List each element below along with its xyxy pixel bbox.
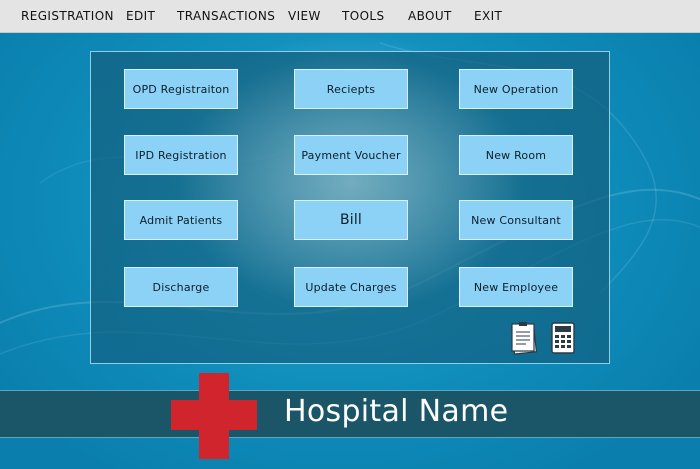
menu-bar: REGISTRATION EDIT TRANSACTIONS VIEW TOOL… [0, 0, 700, 33]
main-panel: OPD Registraiton Reciepts New Operation … [90, 51, 610, 364]
calculator-icon[interactable] [548, 321, 578, 355]
new-room-button[interactable]: New Room [459, 135, 573, 175]
menu-edit[interactable]: EDIT [126, 9, 155, 23]
menu-transactions[interactable]: TRANSACTIONS [177, 9, 275, 23]
payment-voucher-button[interactable]: Payment Voucher [294, 135, 408, 175]
notepad-icon[interactable] [509, 321, 539, 355]
new-operation-button[interactable]: New Operation [459, 69, 573, 109]
discharge-button[interactable]: Discharge [124, 267, 238, 307]
menu-exit[interactable]: EXIT [474, 9, 502, 23]
opd-registration-button[interactable]: OPD Registraiton [124, 69, 238, 109]
receipts-button[interactable]: Reciepts [294, 69, 408, 109]
hospital-name: Hospital Name [284, 394, 509, 429]
menu-view[interactable]: VIEW [288, 9, 321, 23]
new-employee-button[interactable]: New Employee [459, 267, 573, 307]
new-consultant-button[interactable]: New Consultant [459, 200, 573, 240]
menu-tools[interactable]: TOOLS [342, 9, 385, 23]
menu-registration[interactable]: REGISTRATION [21, 9, 114, 23]
admit-patients-button[interactable]: Admit Patients [124, 200, 238, 240]
update-charges-button[interactable]: Update Charges [294, 267, 408, 307]
bill-button[interactable]: Bill [294, 200, 408, 240]
red-cross-icon-bar [171, 400, 257, 430]
ipd-registration-button[interactable]: IPD Registration [124, 135, 238, 175]
menu-about[interactable]: ABOUT [408, 9, 452, 23]
